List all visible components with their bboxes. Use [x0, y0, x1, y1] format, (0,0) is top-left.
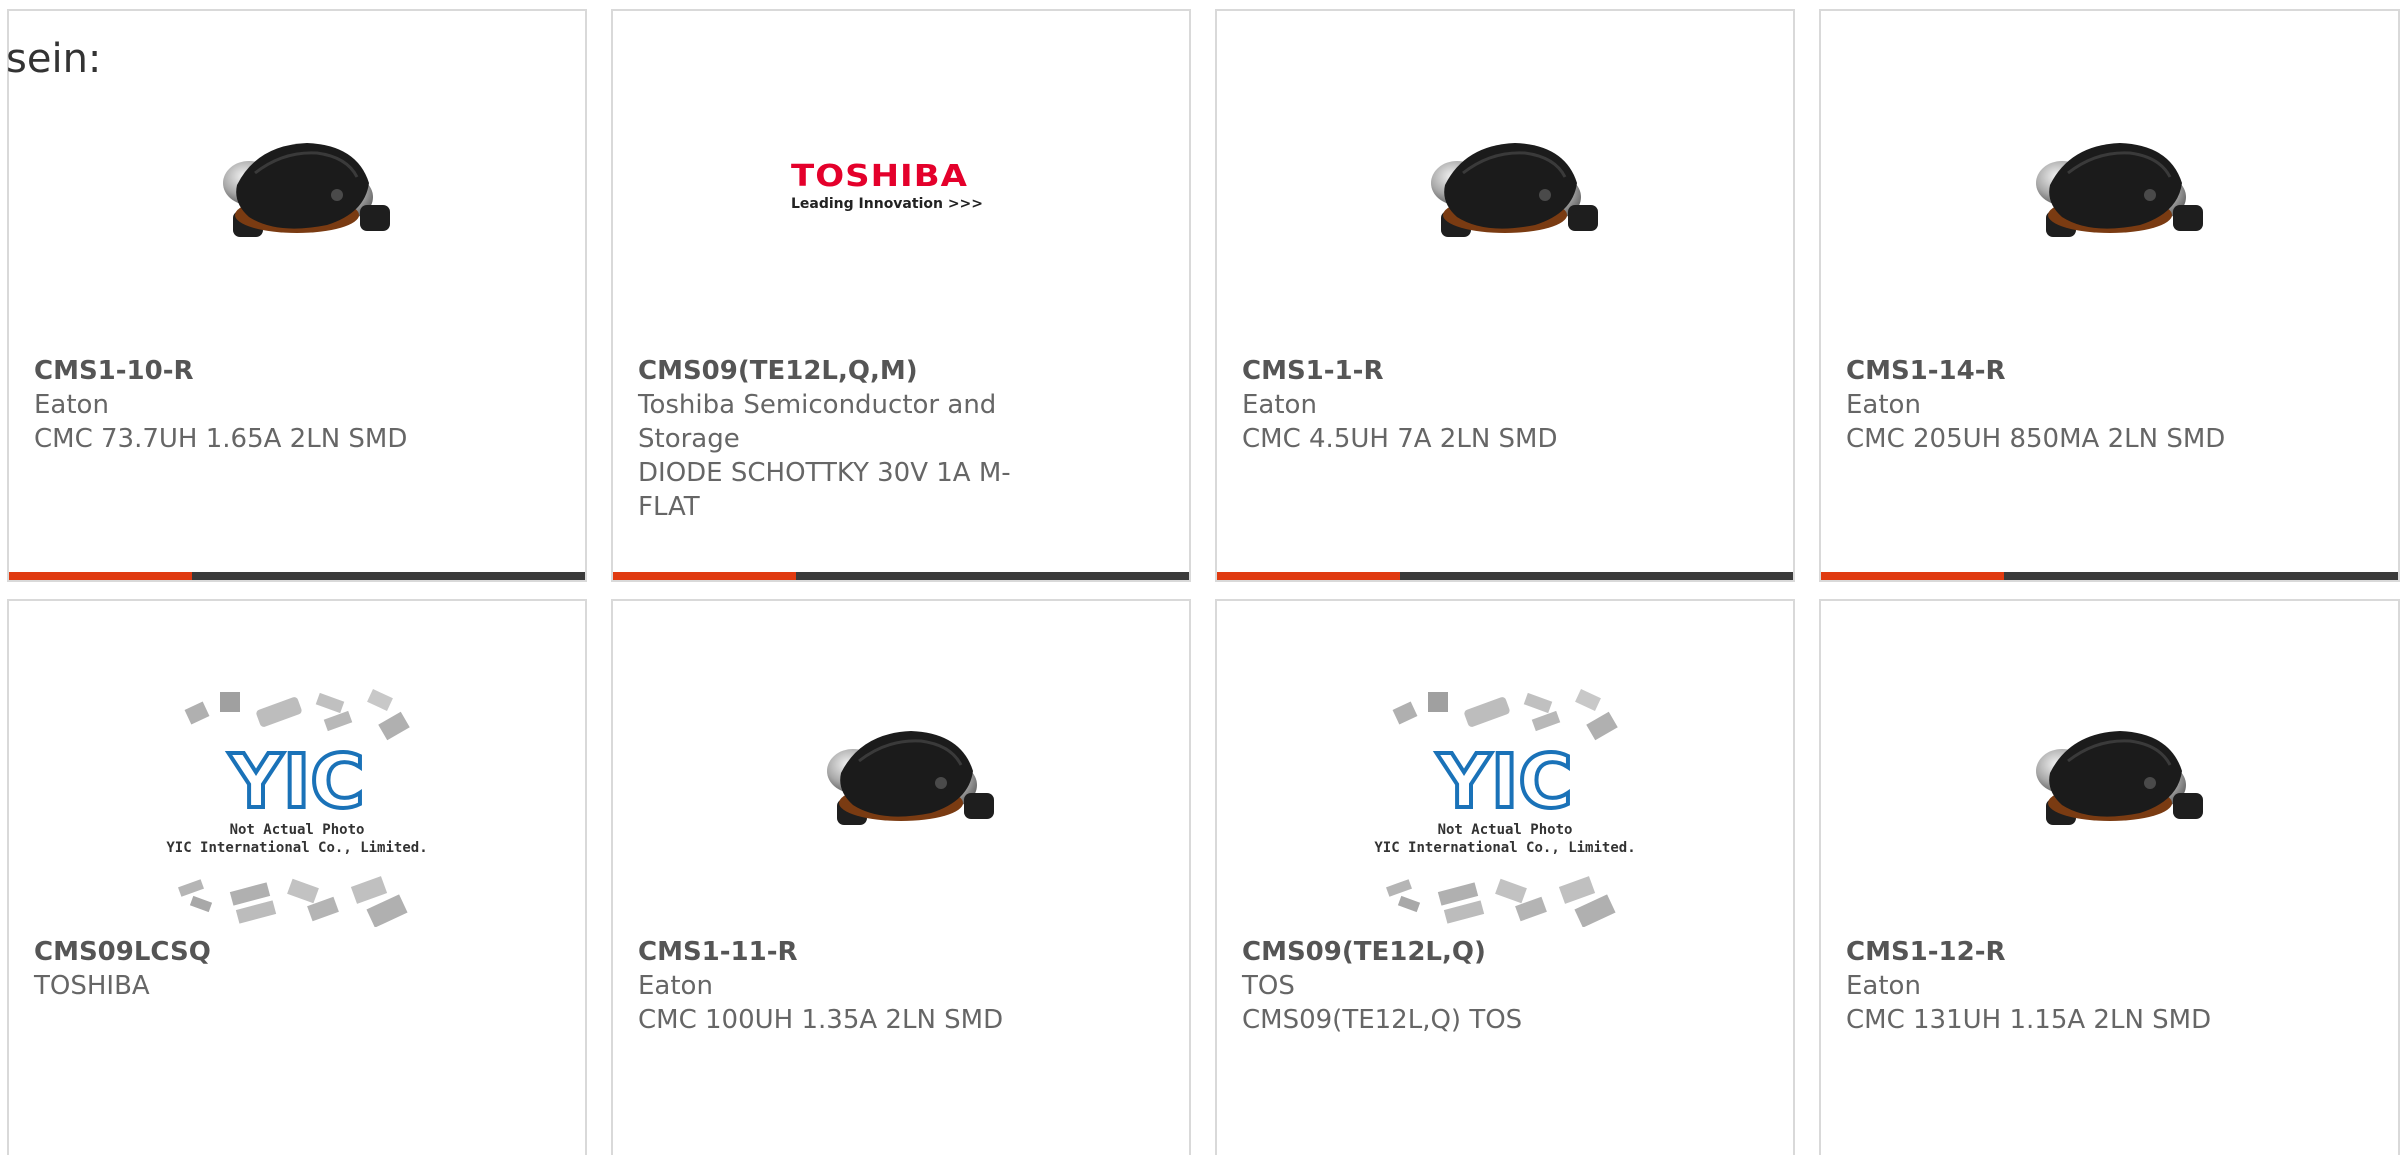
manufacturer: Eaton — [34, 390, 109, 420]
inductor-icon — [801, 673, 1001, 873]
inductor-icon — [2009, 673, 2210, 873]
part-number-link[interactable]: CMS1-1-R — [1242, 354, 1642, 388]
product-info: CMS1-12-R Eaton CMC 131UH 1.15A 2LN SMD — [1846, 935, 2246, 1037]
product-info: CMS1-10-R Eaton CMC 73.7UH 1.65A 2LN SMD — [34, 354, 434, 456]
product-card[interactable]: YIC Not Actual Photo YIC International C… — [7, 599, 587, 1155]
page-heading: sein: — [6, 36, 102, 82]
yic-caption-line: Not Actual Photo — [1437, 822, 1573, 838]
product-card[interactable]: TOSHIBA Leading Innovation >>> CMS09(TE1… — [611, 9, 1191, 582]
part-number-link[interactable]: CMS09LCSQ — [34, 935, 434, 969]
product-card[interactable]: CMS1-1-R Eaton CMC 4.5UH 7A 2LN SMD — [1215, 9, 1795, 582]
product-info: CMS1-14-R Eaton CMC 205UH 850MA 2LN SMD — [1846, 354, 2246, 456]
product-image[interactable] — [2009, 85, 2210, 285]
description: CMC 73.7UH 1.65A 2LN SMD — [34, 424, 408, 454]
product-card[interactable]: CMS1-12-R Eaton CMC 131UH 1.15A 2LN SMD — [1819, 599, 2400, 1155]
product-image[interactable] — [2009, 673, 2210, 873]
toshiba-wordmark: TOSHIBA — [791, 158, 968, 194]
yic-caption: Not Actual Photo YIC International Co., … — [1365, 821, 1645, 857]
manufacturer: Eaton — [1242, 390, 1317, 420]
description: CMC 4.5UH 7A 2LN SMD — [1242, 424, 1558, 454]
product-info: CMS09(TE12L,Q) TOS CMS09(TE12L,Q) TOS — [1242, 935, 1642, 1037]
yic-placeholder: YIC Not Actual Photo YIC International C… — [157, 687, 437, 927]
product-info: CMS09(TE12L,Q,M) Toshiba Semiconductor a… — [638, 354, 1038, 524]
inductor-icon — [197, 85, 397, 285]
description: CMS09(TE12L,Q) TOS — [1242, 1005, 1523, 1035]
product-card[interactable]: CMS1-11-R Eaton CMC 100UH 1.35A 2LN SMD — [611, 599, 1191, 1155]
product-card[interactable]: CMS1-10-R Eaton CMC 73.7UH 1.65A 2LN SMD — [7, 9, 587, 582]
description: CMC 205UH 850MA 2LN SMD — [1846, 424, 2226, 454]
product-image[interactable]: YIC Not Actual Photo YIC International C… — [157, 687, 437, 927]
product-image[interactable]: YIC Not Actual Photo YIC International C… — [1365, 687, 1645, 927]
inductor-icon — [1405, 85, 1605, 285]
yic-logo-icon: YIC — [1386, 689, 1618, 927]
yic-caption-line: YIC International Co., Limited. — [166, 840, 428, 856]
card-accent-bar — [613, 572, 1189, 580]
manufacturer: Eaton — [638, 971, 713, 1001]
yic-placeholder: YIC Not Actual Photo YIC International C… — [1365, 687, 1645, 927]
product-grid-page: sein: CMS1-10-R Eaton CMC 73.7UH 1.65A 2… — [0, 0, 2400, 1155]
description: CMC 131UH 1.15A 2LN SMD — [1846, 1005, 2212, 1035]
product-info: CMS1-1-R Eaton CMC 4.5UH 7A 2LN SMD — [1242, 354, 1642, 456]
yic-caption: Not Actual Photo YIC International Co., … — [157, 821, 437, 857]
product-image[interactable] — [197, 85, 397, 285]
manufacturer: Eaton — [1846, 971, 1921, 1001]
description: DIODE SCHOTTKY 30V 1A M-FLAT — [638, 458, 1011, 522]
yic-logo-icon: YIC — [178, 689, 410, 927]
toshiba-logo: TOSHIBA Leading Innovation >>> — [791, 158, 1011, 212]
part-number-link[interactable]: CMS1-10-R — [34, 354, 434, 388]
manufacturer: TOSHIBA — [34, 971, 150, 1001]
svg-text:YIC: YIC — [228, 739, 364, 825]
product-info: CMS1-11-R Eaton CMC 100UH 1.35A 2LN SMD — [638, 935, 1038, 1037]
toshiba-tagline: Leading Innovation >>> — [791, 196, 984, 212]
product-image[interactable] — [1405, 85, 1605, 285]
svg-text:YIC: YIC — [1436, 739, 1572, 825]
part-number-link[interactable]: CMS1-11-R — [638, 935, 1038, 969]
product-image[interactable]: TOSHIBA Leading Innovation >>> — [781, 85, 1021, 285]
product-image[interactable] — [801, 673, 1001, 873]
yic-caption-line: Not Actual Photo — [229, 822, 365, 838]
product-card[interactable]: CMS1-14-R Eaton CMC 205UH 850MA 2LN SMD — [1819, 9, 2400, 582]
yic-caption-line: YIC International Co., Limited. — [1374, 840, 1636, 856]
manufacturer: TOS — [1242, 971, 1295, 1001]
card-accent-bar — [1217, 572, 1793, 580]
part-number-link[interactable]: CMS09(TE12L,Q) — [1242, 935, 1642, 969]
inductor-icon — [2009, 85, 2210, 285]
manufacturer: Toshiba Semiconductor and Storage — [638, 390, 997, 454]
description: CMC 100UH 1.35A 2LN SMD — [638, 1005, 1004, 1035]
part-number-link[interactable]: CMS09(TE12L,Q,M) — [638, 354, 1038, 388]
product-card[interactable]: YIC Not Actual Photo YIC International C… — [1215, 599, 1795, 1155]
manufacturer: Eaton — [1846, 390, 1921, 420]
product-info: CMS09LCSQ TOSHIBA — [34, 935, 434, 1003]
part-number-link[interactable]: CMS1-12-R — [1846, 935, 2246, 969]
card-accent-bar — [1821, 572, 2398, 580]
part-number-link[interactable]: CMS1-14-R — [1846, 354, 2246, 388]
card-accent-bar — [9, 572, 585, 580]
